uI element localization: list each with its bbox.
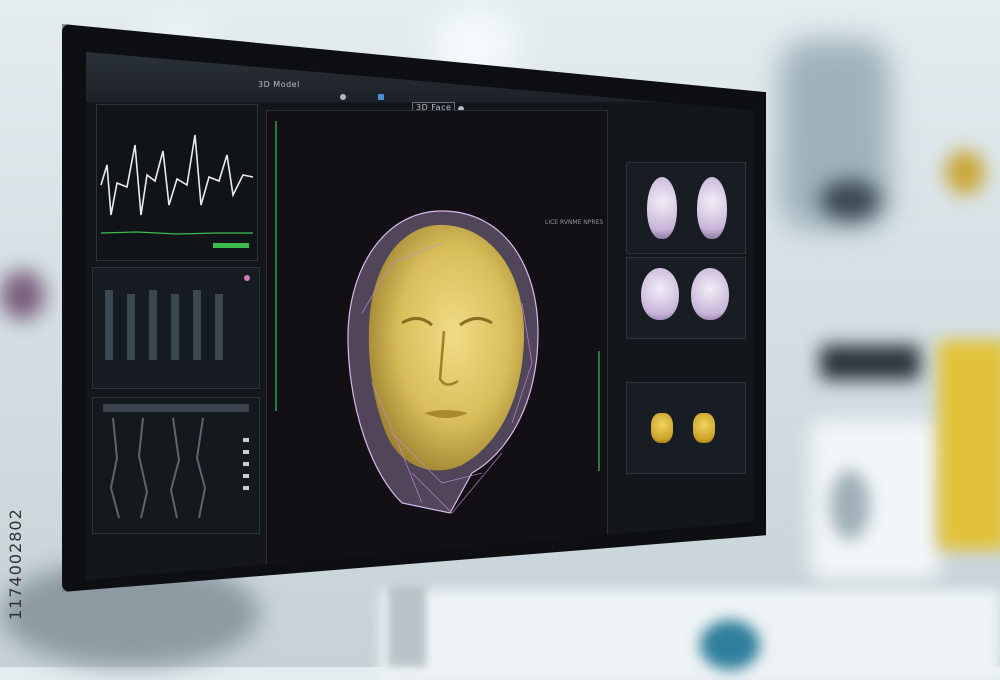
monitor-screen: 3D Model 3D Face LICE RVNME NPRES: [86, 52, 754, 580]
bar-1: [105, 290, 113, 360]
yellow-cabinet: [938, 340, 1000, 550]
yellow-device: [945, 150, 985, 195]
skull-image-1: [651, 413, 673, 443]
face-mesh-svg: [347, 210, 539, 514]
window-title: 3D Model: [258, 80, 300, 89]
scale-mark-4: [243, 474, 249, 478]
model-viewport[interactable]: LICE RVNME NPRES: [266, 110, 608, 572]
bar-2: [127, 294, 135, 360]
bar-4: [171, 294, 179, 360]
ecg-indicator: [213, 243, 249, 248]
status-dot: [244, 275, 250, 281]
equipment-panel-display: [830, 470, 870, 540]
scale-mark-2: [243, 450, 249, 454]
skull-image-2: [693, 413, 715, 443]
bar-3: [149, 290, 157, 360]
brain-image-1: [647, 177, 677, 239]
face-model[interactable]: [332, 203, 552, 543]
scan-header: [103, 404, 249, 412]
brain-view-axial[interactable]: [626, 257, 746, 339]
dark-shelf: [820, 345, 920, 380]
trace-2: [137, 417, 149, 519]
scale-mark-1: [243, 438, 249, 442]
stock-id: 1174002802: [6, 508, 25, 620]
trace-4: [195, 417, 207, 519]
ecg-chart: [100, 134, 254, 248]
skull-view[interactable]: [626, 382, 746, 474]
monitor-stand: [388, 585, 426, 667]
waveform-panel: [92, 267, 260, 389]
equipment-arm-shadow: [820, 180, 880, 220]
ecg-panel: [96, 104, 258, 261]
left-ruler: [275, 121, 277, 411]
scale-mark-3: [243, 462, 249, 466]
scale-mark-5: [243, 486, 249, 490]
square-icon[interactable]: [378, 94, 384, 100]
circle-icon[interactable]: [340, 94, 346, 100]
bar-5: [193, 290, 201, 360]
brain-view-top[interactable]: [626, 162, 746, 254]
ecg-waveform: [100, 134, 254, 216]
brain-image-4: [691, 268, 729, 320]
viewport-readout: LICE RVNME NPRES: [545, 219, 604, 226]
brain-image-3: [641, 268, 679, 320]
left-shelf: [0, 270, 45, 320]
waveform-bars: [105, 275, 250, 360]
blue-container: [700, 620, 760, 670]
bar-6: [215, 294, 223, 360]
brain-image-2: [697, 177, 727, 239]
trace-1: [109, 417, 120, 519]
trace-3: [169, 417, 181, 519]
scan-panel: [92, 397, 260, 534]
scan-traces: [103, 404, 249, 519]
right-ruler: [598, 351, 600, 471]
ecg-baseline: [100, 231, 253, 235]
